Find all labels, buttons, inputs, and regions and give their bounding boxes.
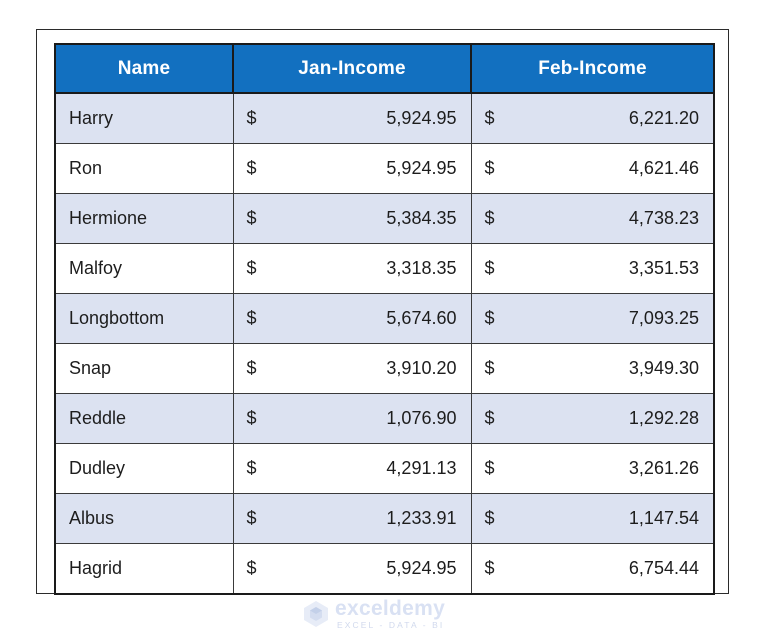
income-table-container: Name Jan-Income Feb-Income Harry $5,924.9…: [54, 43, 715, 595]
cell-name: Hagrid: [54, 543, 234, 595]
currency-symbol: $: [246, 508, 257, 528]
cell-feb-income: $6,754.44: [470, 543, 715, 595]
amount-value: 1,233.91: [386, 508, 457, 528]
table-row: Snap $3,910.20 $3,949.30: [54, 343, 715, 394]
watermark-brand: exceldemy: [335, 597, 446, 620]
table-row: Albus $1,233.91 $1,147.54: [54, 493, 715, 544]
currency-symbol: $: [246, 558, 257, 578]
amount-value: 4,621.46: [628, 158, 699, 178]
amount-value: 5,924.95: [386, 108, 457, 128]
table-row: Hermione $5,384.35 $4,738.23: [54, 193, 715, 244]
amount-value: 3,949.30: [628, 358, 699, 378]
income-table: Name Jan-Income Feb-Income Harry $5,924.9…: [54, 43, 715, 595]
cell-name: Snap: [54, 343, 234, 394]
cell-feb-income: $1,292.28: [470, 393, 715, 444]
cell-name: Malfoy: [54, 243, 234, 294]
exceldemy-watermark: exceldemy EXCEL - DATA - BI: [303, 598, 445, 630]
cell-name: Hermione: [54, 193, 234, 244]
currency-symbol: $: [484, 358, 495, 378]
cell-jan-income: $5,924.95: [232, 143, 472, 194]
amount-value: 4,291.13: [386, 458, 457, 478]
cell-jan-income: $3,318.35: [232, 243, 472, 294]
amount-value: 7,093.25: [628, 308, 699, 328]
currency-symbol: $: [484, 558, 495, 578]
column-header-jan-income: Jan-Income: [232, 43, 472, 94]
amount-value: 6,221.20: [628, 108, 699, 128]
cell-jan-income: $5,924.95: [232, 92, 472, 144]
currency-symbol: $: [484, 158, 495, 178]
currency-symbol: $: [246, 358, 257, 378]
cell-name: Dudley: [54, 443, 234, 494]
watermark-tagline: EXCEL - DATA - BI: [337, 620, 445, 630]
cell-jan-income: $3,910.20: [232, 343, 472, 394]
amount-value: 6,754.44: [628, 558, 699, 578]
column-header-feb-income: Feb-Income: [470, 43, 715, 94]
currency-symbol: $: [246, 308, 257, 328]
table-header: Name Jan-Income Feb-Income: [54, 43, 715, 94]
currency-symbol: $: [484, 108, 495, 128]
amount-value: 3,318.35: [386, 258, 457, 278]
cell-jan-income: $1,233.91: [232, 493, 472, 544]
amount-value: 5,924.95: [386, 158, 457, 178]
table-row: Malfoy $3,318.35 $3,351.53: [54, 243, 715, 294]
amount-value: 3,351.53: [628, 258, 699, 278]
header-row: Name Jan-Income Feb-Income: [54, 43, 715, 94]
cell-feb-income: $3,261.26: [470, 443, 715, 494]
amount-value: 4,738.23: [628, 208, 699, 228]
cell-feb-income: $7,093.25: [470, 293, 715, 344]
currency-symbol: $: [484, 458, 495, 478]
currency-symbol: $: [484, 258, 495, 278]
currency-symbol: $: [246, 208, 257, 228]
table-row: Dudley $4,291.13 $3,261.26: [54, 443, 715, 494]
cell-feb-income: $4,621.46: [470, 143, 715, 194]
cell-jan-income: $5,674.60: [232, 293, 472, 344]
table-row: Ron $5,924.95 $4,621.46: [54, 143, 715, 194]
amount-value: 3,261.26: [628, 458, 699, 478]
amount-value: 5,384.35: [386, 208, 457, 228]
cell-name: Harry: [54, 92, 234, 144]
cell-jan-income: $5,924.95: [232, 543, 472, 595]
amount-value: 1,076.90: [386, 408, 457, 428]
currency-symbol: $: [246, 158, 257, 178]
currency-symbol: $: [484, 308, 495, 328]
amount-value: 3,910.20: [386, 358, 457, 378]
currency-symbol: $: [246, 108, 257, 128]
currency-symbol: $: [484, 408, 495, 428]
cell-jan-income: $1,076.90: [232, 393, 472, 444]
cell-name: Reddle: [54, 393, 234, 444]
currency-symbol: $: [246, 458, 257, 478]
watermark-text: exceldemy EXCEL - DATA - BI: [335, 598, 445, 630]
cell-jan-income: $4,291.13: [232, 443, 472, 494]
cell-jan-income: $5,384.35: [232, 193, 472, 244]
amount-value: 1,292.28: [628, 408, 699, 428]
cell-feb-income: $6,221.20: [470, 92, 715, 144]
currency-symbol: $: [484, 208, 495, 228]
cell-feb-income: $3,351.53: [470, 243, 715, 294]
cell-name: Ron: [54, 143, 234, 194]
currency-symbol: $: [246, 408, 257, 428]
amount-value: 5,674.60: [386, 308, 457, 328]
table-body: Harry $5,924.95 $6,221.20 Ron $5,924.95 $4,62…: [54, 92, 715, 595]
cell-name: Longbottom: [54, 293, 234, 344]
table-row: Longbottom $5,674.60 $7,093.25: [54, 293, 715, 344]
cell-feb-income: $3,949.30: [470, 343, 715, 394]
table-row: Hagrid $5,924.95 $6,754.44: [54, 543, 715, 595]
currency-symbol: $: [484, 508, 495, 528]
column-header-name: Name: [54, 43, 234, 94]
cell-feb-income: $1,147.54: [470, 493, 715, 544]
cell-name: Albus: [54, 493, 234, 544]
amount-value: 1,147.54: [628, 508, 699, 528]
cell-feb-income: $4,738.23: [470, 193, 715, 244]
table-row: Reddle $1,076.90 $1,292.28: [54, 393, 715, 444]
hexagon-cube-icon: [303, 600, 329, 628]
currency-symbol: $: [246, 258, 257, 278]
amount-value: 5,924.95: [386, 558, 457, 578]
table-row: Harry $5,924.95 $6,221.20: [54, 92, 715, 144]
